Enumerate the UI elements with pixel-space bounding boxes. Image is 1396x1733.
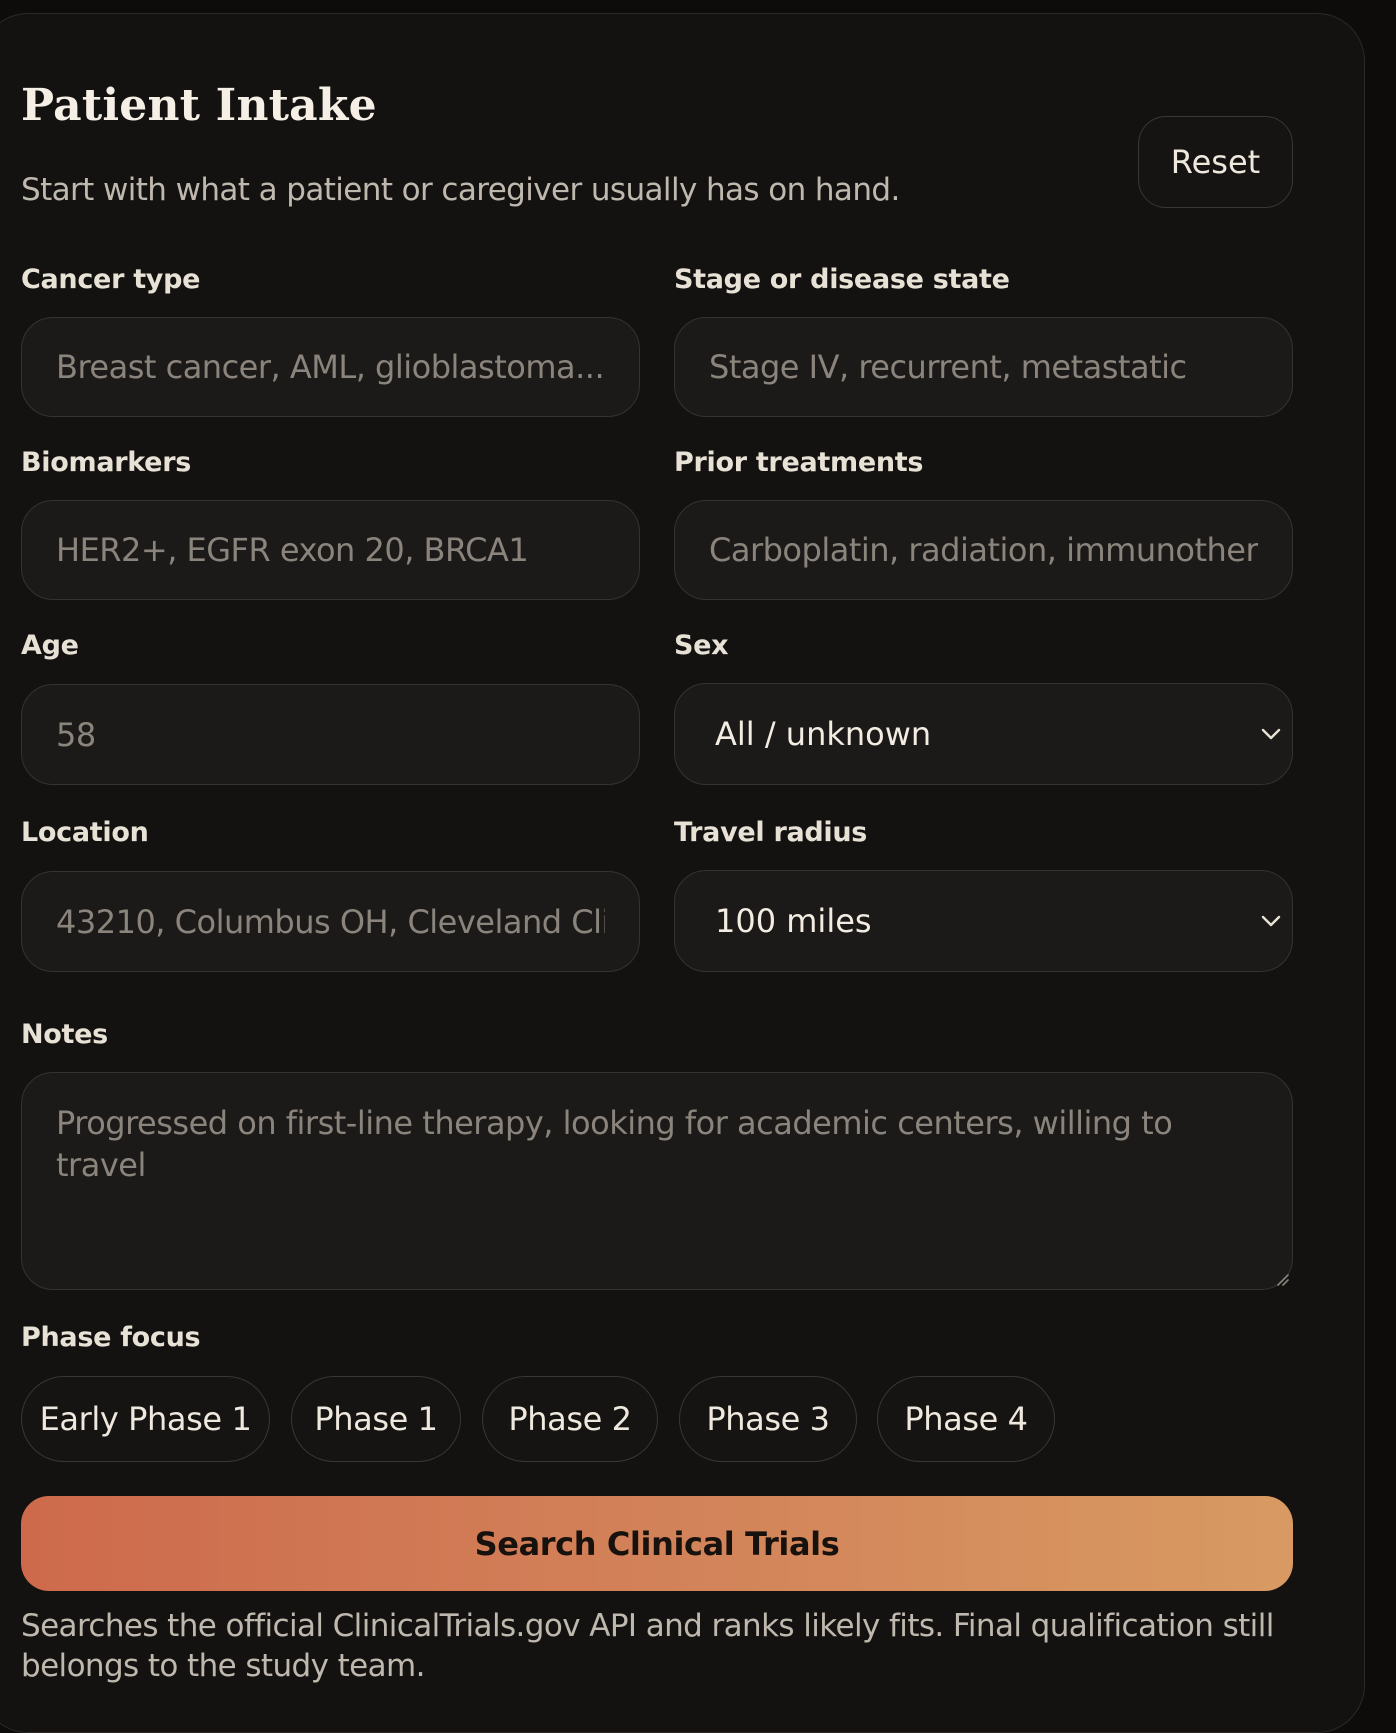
card-content: Patient Intake Start with what a patient…	[21, 14, 1293, 1692]
phase-chip-phase-3[interactable]: Phase 3	[679, 1376, 857, 1462]
sex-select[interactable]: All / unknown	[674, 683, 1293, 785]
stage-label: Stage or disease state	[674, 264, 1010, 295]
search-footnote: Searches the official ClinicalTrials.gov…	[21, 1608, 1274, 1684]
age-input[interactable]	[21, 684, 640, 785]
travel-radius-select[interactable]: 100 miles	[674, 870, 1293, 972]
biomarkers-input[interactable]	[21, 500, 640, 600]
phase-focus-label: Phase focus	[21, 1322, 201, 1353]
notes-textarea[interactable]	[21, 1072, 1293, 1290]
phase-chip-phase-2[interactable]: Phase 2	[482, 1376, 658, 1462]
chevron-down-icon	[1261, 728, 1281, 740]
travel-radius-select-value: 100 miles	[715, 902, 872, 940]
chevron-down-icon	[1261, 915, 1281, 927]
stage-input[interactable]	[674, 317, 1293, 417]
search-clinical-trials-button[interactable]: Search Clinical Trials	[21, 1496, 1293, 1591]
phase-chip-phase-1[interactable]: Phase 1	[291, 1376, 461, 1462]
location-input[interactable]	[21, 871, 640, 972]
prior-treatments-input[interactable]	[674, 500, 1293, 600]
page-title: Patient Intake	[21, 80, 377, 131]
prior-treatments-label: Prior treatments	[674, 447, 924, 478]
cancer-type-input[interactable]	[21, 317, 640, 417]
patient-intake-card: Patient Intake Start with what a patient…	[0, 13, 1365, 1733]
page-subtitle: Start with what a patient or caregiver u…	[21, 172, 900, 208]
phase-chip-early-phase-1[interactable]: Early Phase 1	[21, 1376, 270, 1462]
age-label: Age	[21, 630, 79, 661]
sex-select-value: All / unknown	[715, 715, 932, 753]
notes-label: Notes	[21, 1019, 108, 1050]
biomarkers-label: Biomarkers	[21, 447, 191, 478]
sex-label: Sex	[674, 630, 729, 661]
travel-radius-label: Travel radius	[674, 817, 868, 848]
cancer-type-label: Cancer type	[21, 264, 201, 295]
phase-chip-phase-4[interactable]: Phase 4	[877, 1376, 1055, 1462]
resize-grip-icon[interactable]	[1275, 1272, 1289, 1286]
reset-button[interactable]: Reset	[1138, 116, 1293, 208]
location-label: Location	[21, 817, 149, 848]
